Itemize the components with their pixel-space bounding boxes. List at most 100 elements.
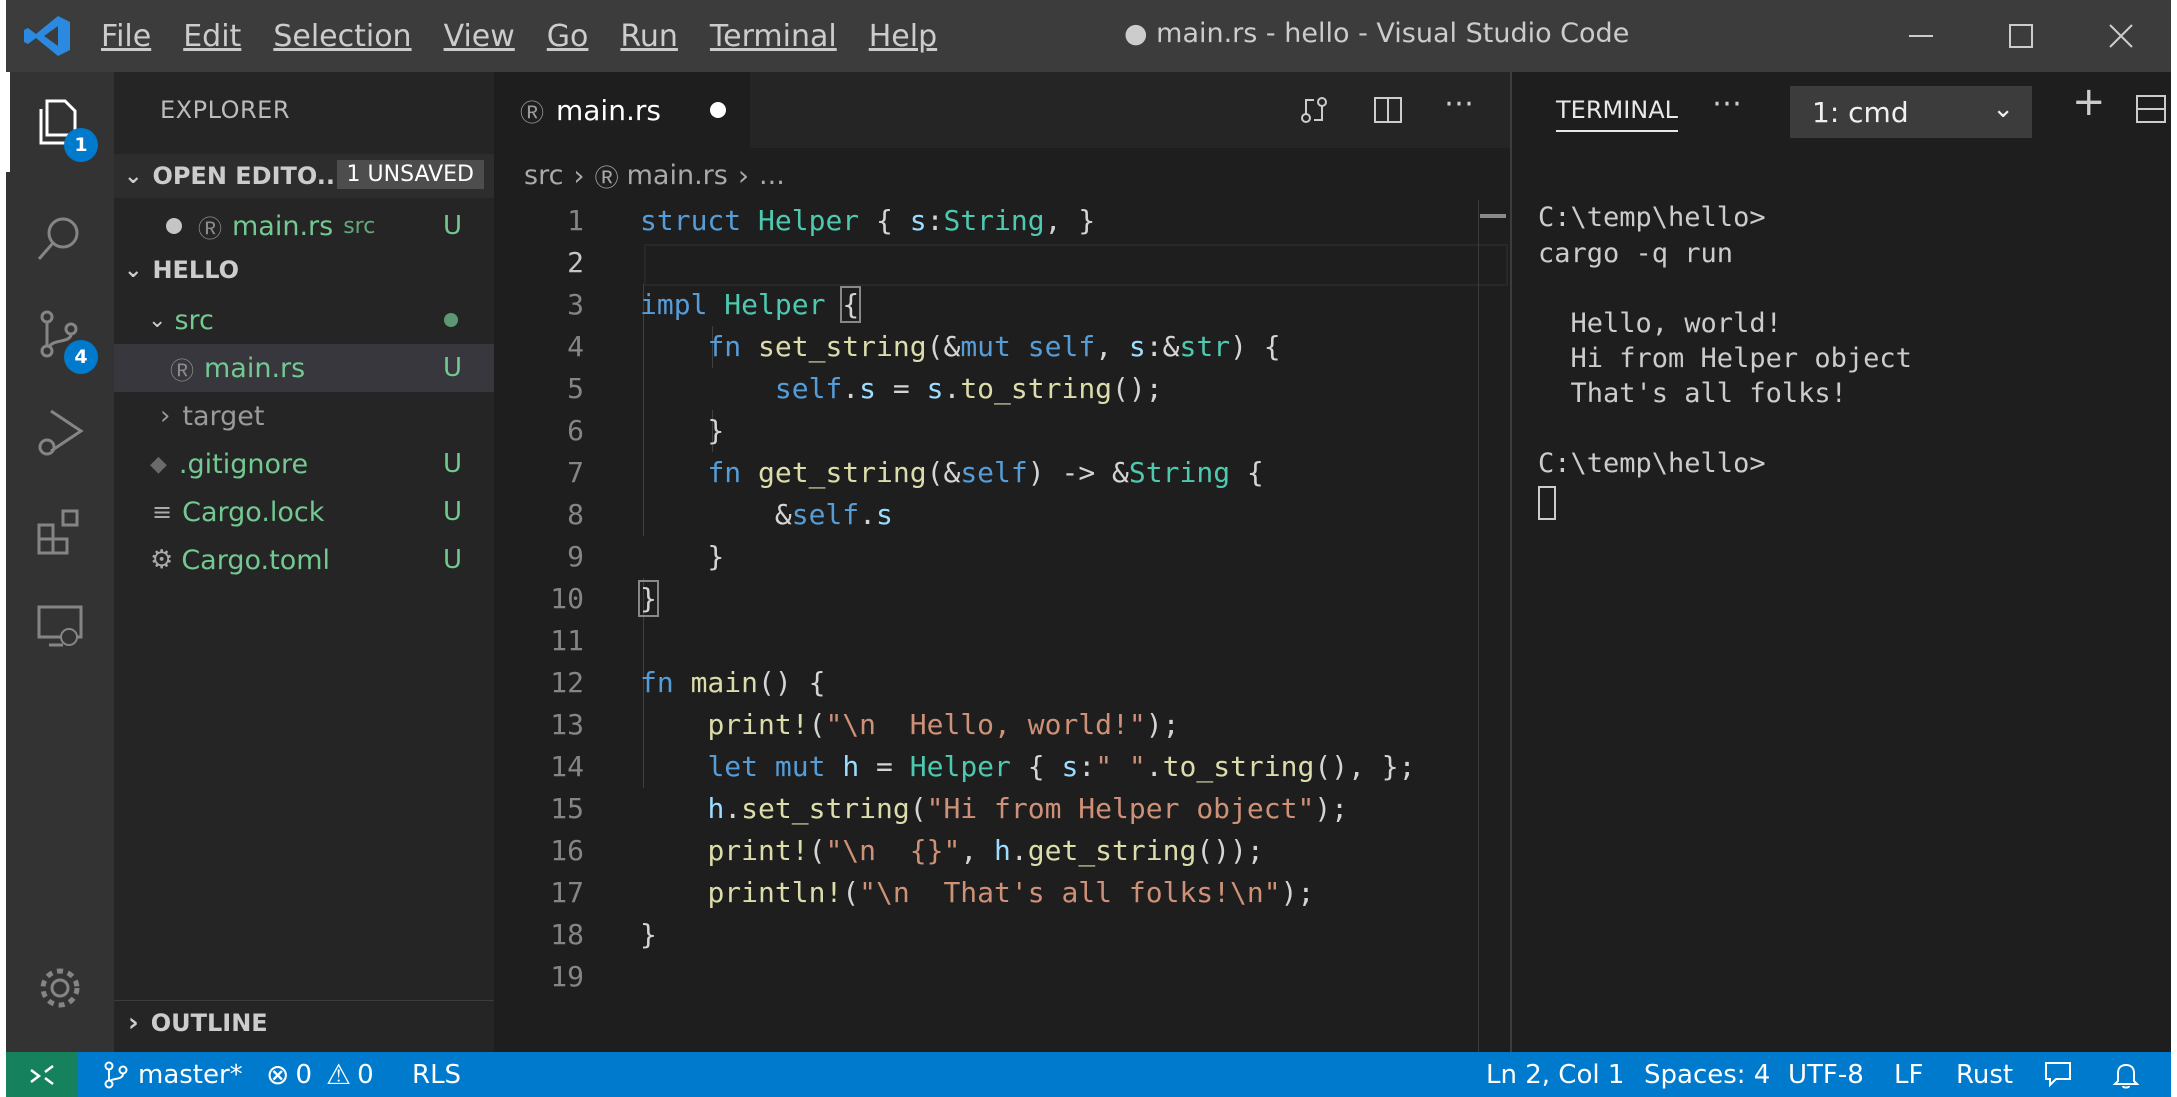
code-text: }	[640, 918, 657, 951]
tree-item-label: .gitignore	[178, 448, 309, 480]
code-line: 14 let mut h = Helper { s:" ".to_string(…	[494, 746, 1510, 788]
breadcrumb-folder[interactable]: src	[524, 160, 563, 191]
extensions-button[interactable]	[24, 496, 96, 568]
split-editor-icon[interactable]	[1372, 94, 1404, 126]
code-line: 3 impl Helper {	[494, 284, 1510, 326]
menu-file[interactable]: File	[101, 19, 151, 54]
code-text: self.s = s.to_string();	[774, 372, 1163, 405]
menu-view[interactable]: View	[444, 19, 515, 54]
chevron-right-icon: ›	[160, 401, 171, 431]
code-line: 18}	[494, 914, 1510, 956]
open-editors-header[interactable]: ⌄ OPEN EDITO... 1 UNSAVED	[114, 154, 494, 198]
explorer-badge: 1	[64, 128, 98, 162]
new-terminal-icon[interactable]: +	[2072, 82, 2106, 122]
breadcrumb: src › Ⓡ main.rs › ...	[524, 158, 785, 193]
encoding-status[interactable]: UTF-8	[1788, 1052, 1864, 1097]
menu-run[interactable]: Run	[620, 19, 678, 54]
outline-header[interactable]: › OUTLINE	[114, 1000, 494, 1045]
title-bar: File Edit Selection View Go Run Terminal…	[6, 0, 2171, 72]
tree-item-target[interactable]: › target	[114, 392, 494, 440]
hello-folder-label: HELLO	[152, 256, 240, 284]
eol-status[interactable]: LF	[1894, 1052, 1923, 1097]
notifications-button[interactable]	[2110, 1052, 2142, 1097]
minimize-icon	[1909, 35, 1933, 37]
tree-item-main-rs[interactable]: Ⓡ main.rs U	[114, 344, 494, 392]
problems-status[interactable]: ⊗ 0 ⚠ 0	[266, 1052, 374, 1097]
close-icon	[2109, 24, 2133, 48]
rust-file-icon: Ⓡ	[520, 98, 544, 127]
line-number: 13	[550, 708, 584, 741]
feedback-button[interactable]	[2042, 1052, 2074, 1097]
tree-item-gitignore[interactable]: ◆ .gitignore U	[114, 440, 494, 488]
code-line: 6 }	[494, 410, 1510, 452]
tree-item-status: U	[442, 545, 462, 575]
tree-item-cargo-toml[interactable]: ⚙ Cargo.toml U	[114, 536, 494, 584]
chevron-right-icon: ›	[737, 159, 750, 192]
indentation-status[interactable]: Spaces: 4	[1644, 1052, 1770, 1097]
code-line: 12 fn main() {	[494, 662, 1510, 704]
chevron-down-icon: ⌄	[148, 307, 167, 333]
code-line: 8 &self.s	[494, 494, 1510, 536]
open-editor-status: U	[442, 211, 462, 241]
code-line: 13 print!("\n Hello, world!");	[494, 704, 1510, 746]
remote-icon	[30, 1064, 54, 1085]
terminal-line: Hi from Helper object	[1538, 343, 1912, 374]
open-editor-folder: src	[343, 213, 376, 239]
code-text: h.set_string("Hi from Helper object");	[707, 792, 1349, 825]
terminal-line: cargo -q run	[1538, 238, 1734, 269]
explorer-button[interactable]: 1	[24, 86, 98, 162]
line-number: 3	[567, 288, 584, 321]
breadcrumb-tail[interactable]: ...	[759, 160, 785, 191]
run-debug-button[interactable]	[24, 396, 96, 468]
branch-status[interactable]: master*	[102, 1052, 243, 1097]
line-number: 14	[550, 750, 584, 783]
menu-help[interactable]: Help	[869, 19, 937, 54]
remote-explorer-button[interactable]	[24, 590, 96, 662]
tab-main-rs[interactable]: Ⓡ main.rs	[494, 72, 750, 148]
terminal-line: Hello, world!	[1538, 308, 1782, 339]
tree-item-status: U	[442, 497, 462, 527]
maximize-button[interactable]	[1971, 0, 2071, 72]
line-number: 11	[550, 624, 584, 657]
unsaved-dot-icon	[166, 218, 182, 234]
language-mode[interactable]: Rust	[1956, 1052, 2013, 1097]
tree-item-src[interactable]: ⌄ src	[114, 296, 494, 344]
breadcrumb-file[interactable]: main.rs	[627, 160, 728, 191]
hello-folder-header[interactable]: ⌄ HELLO	[114, 248, 494, 292]
close-button[interactable]	[2071, 0, 2171, 72]
tree-item-status: U	[442, 353, 462, 383]
menu-go[interactable]: Go	[547, 19, 589, 54]
tab-terminal[interactable]: TERMINAL	[1556, 96, 1679, 132]
chevron-down-icon: ⌄	[1992, 94, 2014, 124]
source-control-button[interactable]: 4	[24, 298, 98, 374]
code-text: &self.s	[640, 498, 893, 531]
menu-edit[interactable]: Edit	[183, 19, 241, 54]
compare-changes-icon[interactable]	[1298, 94, 1330, 126]
tree-item-cargo-lock[interactable]: ≡ Cargo.lock U	[114, 488, 494, 536]
more-actions-icon[interactable]: ⋯	[1712, 86, 1742, 121]
code-text: print!("\n {}", h.get_string());	[707, 834, 1264, 867]
line-number: 2	[567, 246, 584, 279]
more-actions-icon[interactable]: ⋯	[1444, 86, 1474, 121]
menu-terminal[interactable]: Terminal	[710, 19, 837, 54]
menu-selection[interactable]: Selection	[273, 19, 411, 54]
tree-item-label: main.rs	[204, 352, 306, 384]
line-number: 12	[550, 666, 584, 699]
split-terminal-icon[interactable]	[2134, 92, 2168, 126]
minimize-button[interactable]	[1871, 0, 1971, 72]
open-editor-item[interactable]: Ⓡ main.rs src U	[114, 202, 494, 250]
line-number: 8	[567, 498, 584, 531]
search-button[interactable]	[24, 202, 96, 274]
remote-indicator[interactable]	[6, 1052, 78, 1097]
terminal-instance-select[interactable]: 1: cmd ⌄	[1790, 86, 2032, 138]
code-line: 5 self.s = s.to_string();	[494, 368, 1510, 410]
code-line: 19	[494, 956, 1510, 998]
rls-status[interactable]: RLS	[412, 1052, 461, 1097]
unsaved-dot-icon[interactable]	[710, 102, 726, 118]
settings-button[interactable]	[24, 952, 96, 1024]
code-text: impl Helper {	[640, 286, 862, 323]
branch-name: master*	[138, 1059, 243, 1090]
code-line: 15 h.set_string("Hi from Helper object")…	[494, 788, 1510, 830]
cursor-position[interactable]: Ln 2, Col 1	[1486, 1052, 1624, 1097]
code-text: }	[638, 580, 659, 617]
